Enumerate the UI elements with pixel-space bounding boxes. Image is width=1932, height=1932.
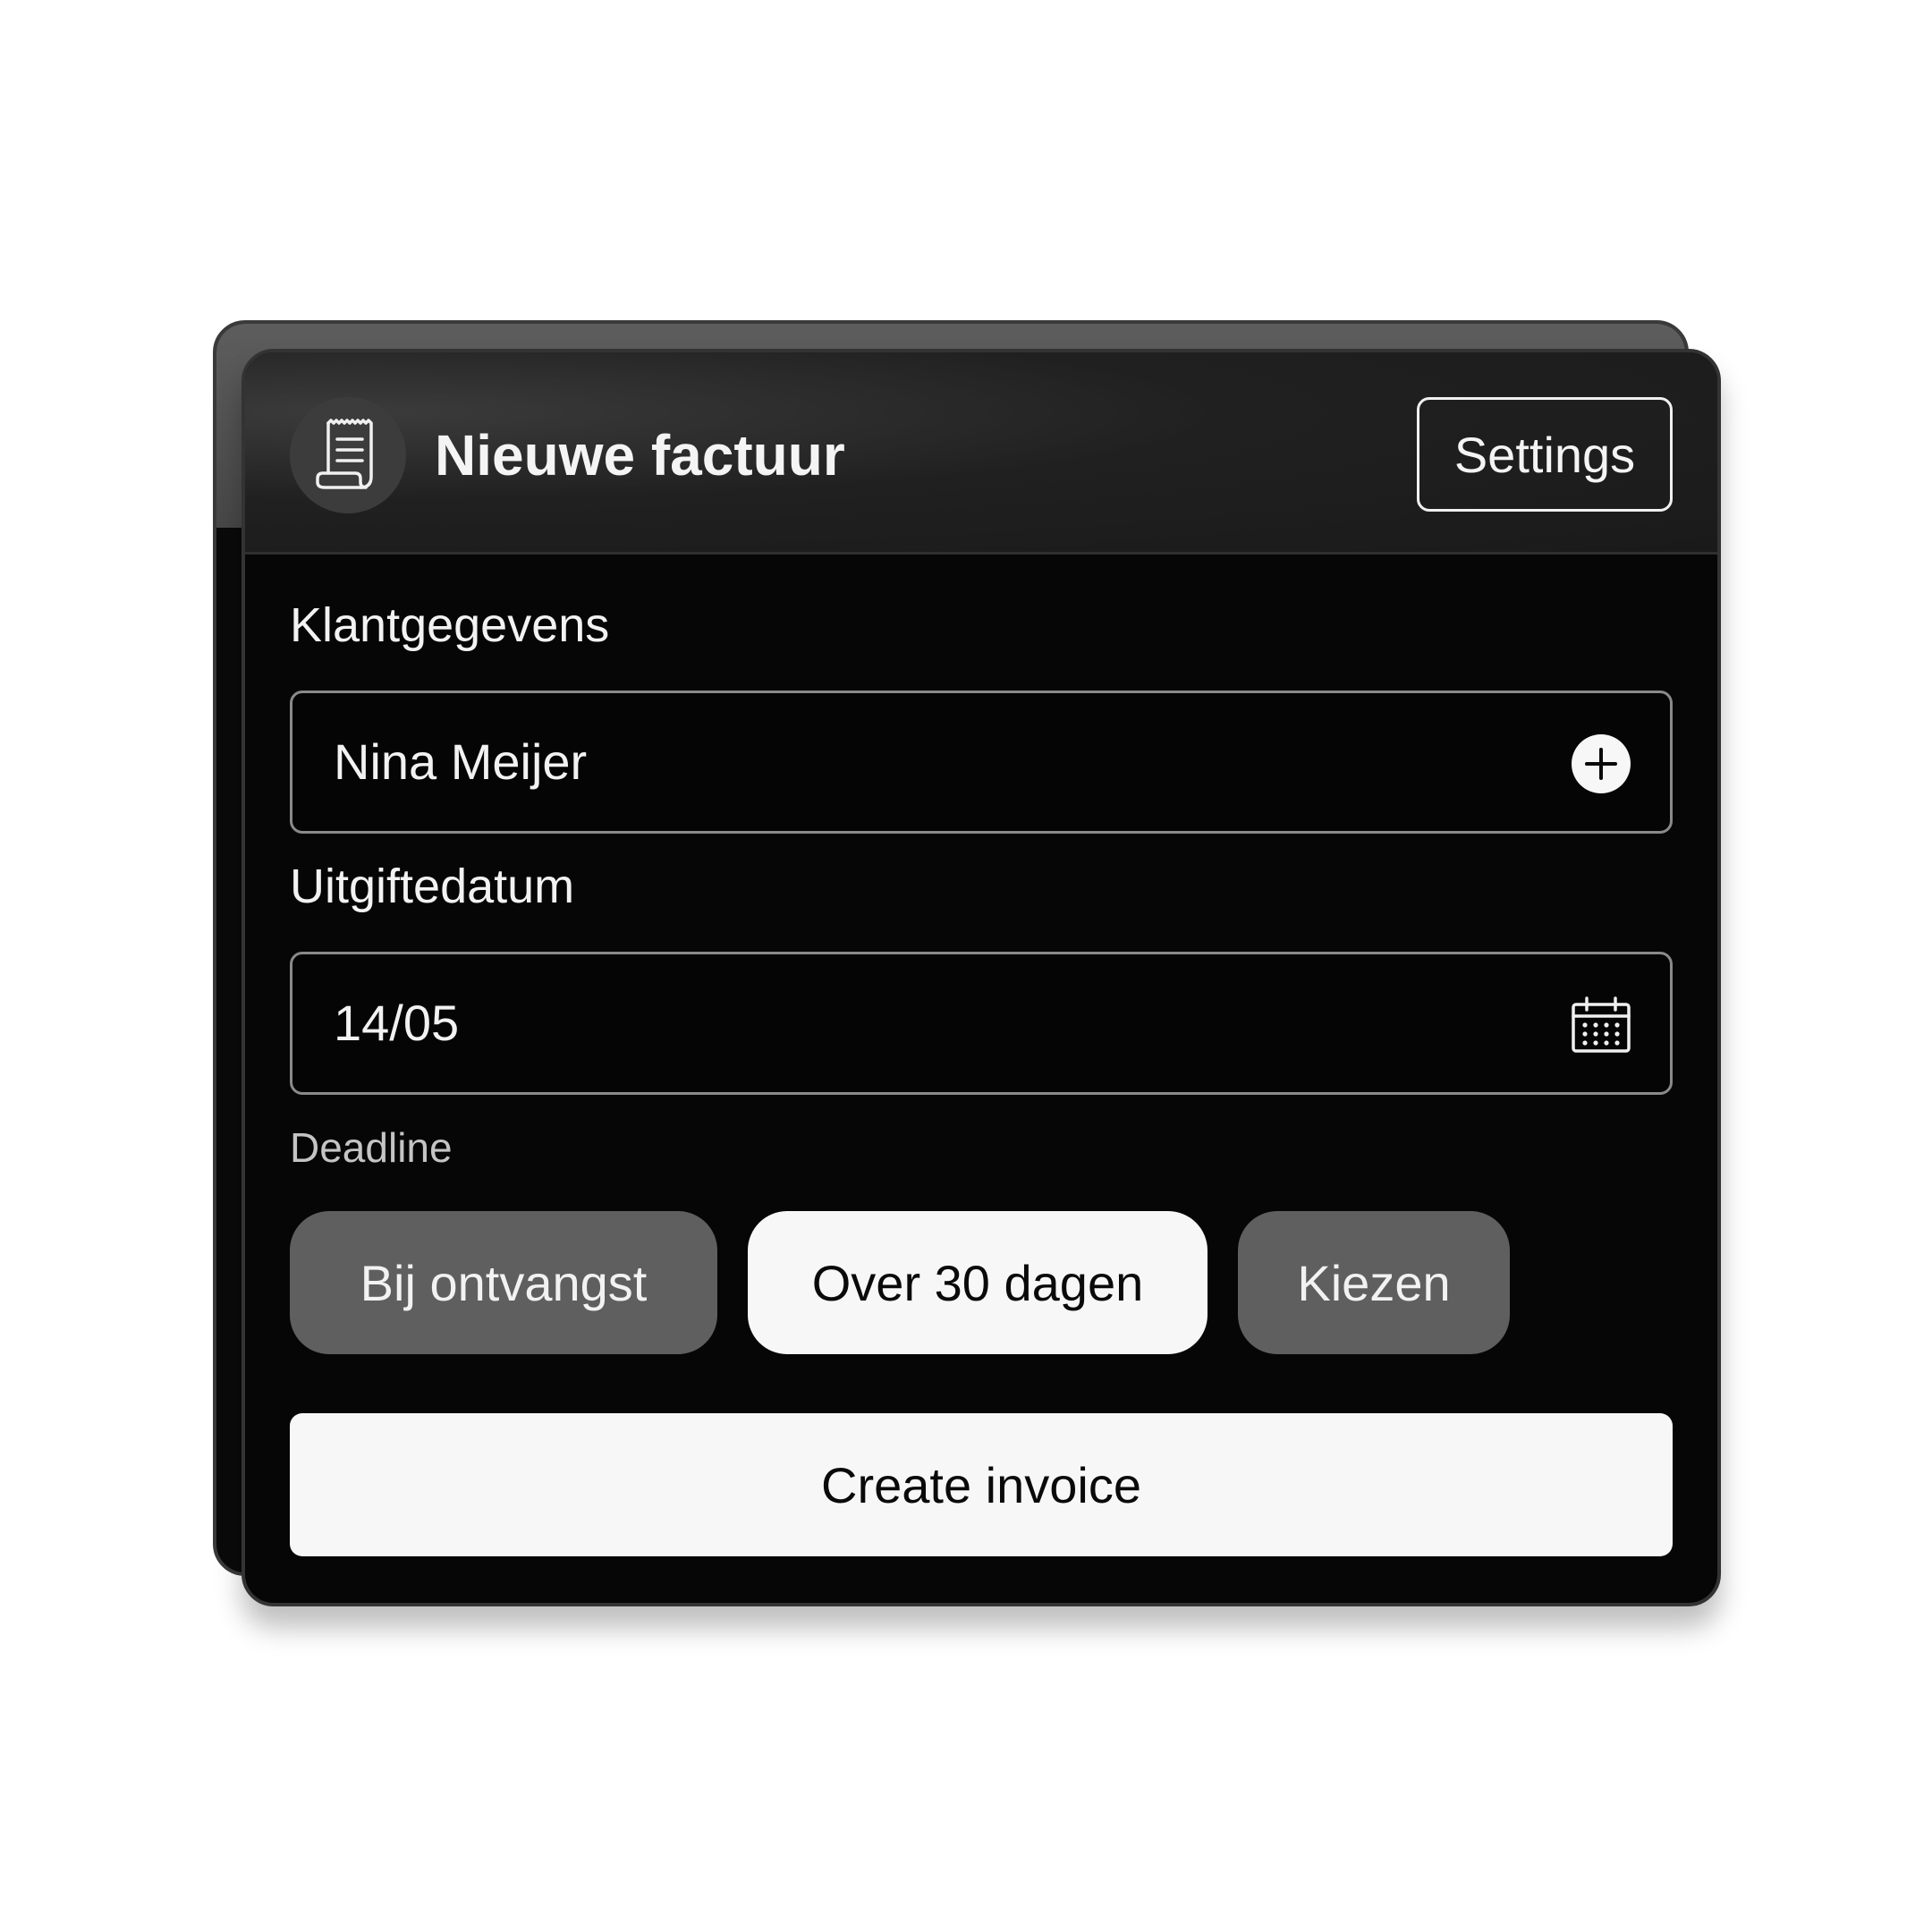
customer-value: Nina Meijer — [334, 733, 588, 790]
page-title: Nieuwe factuur — [435, 423, 845, 487]
card-header: Nieuwe factuur Settings — [245, 352, 1717, 555]
issue-date-field[interactable]: 14/05 — [290, 952, 1673, 1095]
deadline-option-30-days[interactable]: Over 30 dagen — [748, 1211, 1208, 1354]
customer-label: Klantgegevens — [290, 598, 610, 652]
add-circle-icon[interactable] — [1570, 733, 1632, 795]
invoice-card: Nieuwe factuur Settings Klantgegevens Ni… — [242, 349, 1721, 1606]
receipt-icon — [290, 397, 406, 513]
issue-date-value: 14/05 — [334, 995, 460, 1051]
settings-button[interactable]: Settings — [1417, 397, 1673, 512]
issue-date-label: Uitgiftedatum — [290, 860, 575, 913]
deadline-option-choose[interactable]: Kiezen — [1238, 1211, 1510, 1354]
deadline-label: Deadline — [290, 1124, 453, 1171]
calendar-icon[interactable] — [1570, 994, 1632, 1056]
create-invoice-button[interactable]: Create invoice — [290, 1413, 1673, 1556]
deadline-option-on-receipt[interactable]: Bij ontvangst — [290, 1211, 717, 1354]
customer-field[interactable]: Nina Meijer — [290, 691, 1673, 834]
